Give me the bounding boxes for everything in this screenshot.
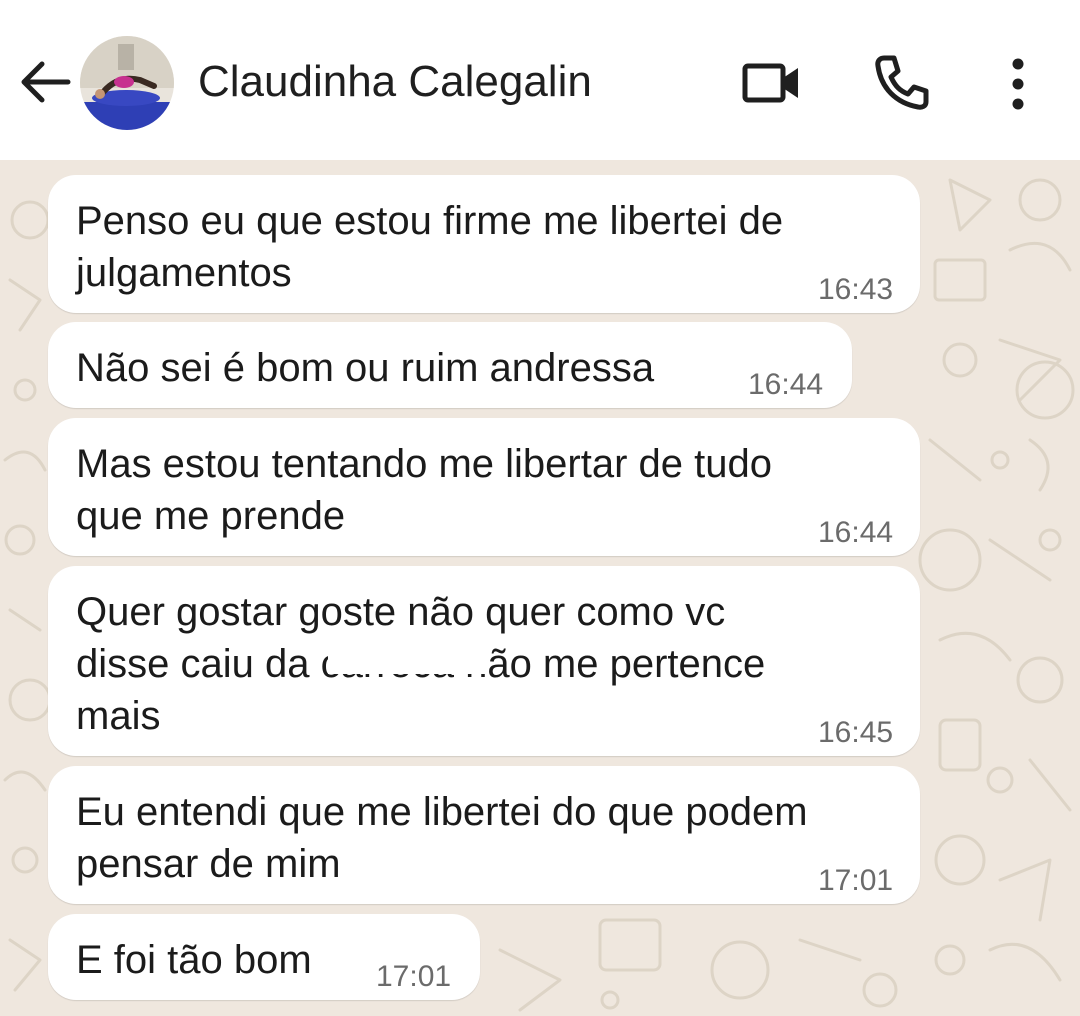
message-line: Mas estou tentando me libertar de tudo [76,442,772,486]
message-bubble[interactable]: Eu entendi que me libertei do que podem … [48,766,920,904]
message-time: 16:44 [818,516,894,549]
message-text: Penso eu que estou firme me libertei de … [76,195,783,299]
message-time: 17:01 [818,864,894,897]
message-line: que me prende [76,494,346,538]
message-time: 16:44 [748,368,824,401]
message-bubble[interactable]: Não sei é bom ou ruim andressa 16:44 [48,322,852,408]
avatar-photo [80,36,174,130]
more-options-icon[interactable] [996,56,1040,112]
message-bubble[interactable]: E foi tão bom 17:01 [48,914,480,1000]
message-line: E foi tão bom [76,938,312,982]
message-line: julgamentos [76,251,292,295]
message-bubble[interactable]: Penso eu que estou firme me libertei de … [48,175,920,313]
avatar[interactable] [80,36,174,130]
video-call-icon[interactable] [740,58,804,108]
message-text: Mas estou tentando me libertar de tudo q… [76,438,772,542]
message-text: E foi tão bom [76,934,312,986]
message-time: 17:01 [376,960,452,993]
message-line: mais [76,694,161,738]
message-line: Penso eu que estou firme me libertei de [76,199,784,243]
contact-name[interactable]: Claudinha Calegalin [198,56,592,108]
message-line: Não sei é bom ou ruim andressa [76,346,655,390]
message-line: Eu entendi que me libertei do que podem [76,790,808,834]
message-time: 16:43 [818,273,894,306]
message-line: pensar de mim [76,842,341,886]
message-text: Não sei é bom ou ruim andressa [76,342,654,394]
message-bubble[interactable]: Quer gostar goste não quer como vc disse… [48,566,920,756]
message-bubble[interactable]: Mas estou tentando me libertar de tudo q… [48,418,920,556]
message-time: 16:45 [818,716,894,749]
chat-header: Claudinha Calegalin [0,0,1080,160]
back-arrow-icon[interactable] [18,58,72,106]
redaction-mark [328,638,488,674]
phone-call-icon[interactable] [870,52,932,114]
message-line: Quer gostar goste não quer como vc [76,590,726,634]
message-text: Eu entendi que me libertei do que podem … [76,786,808,890]
